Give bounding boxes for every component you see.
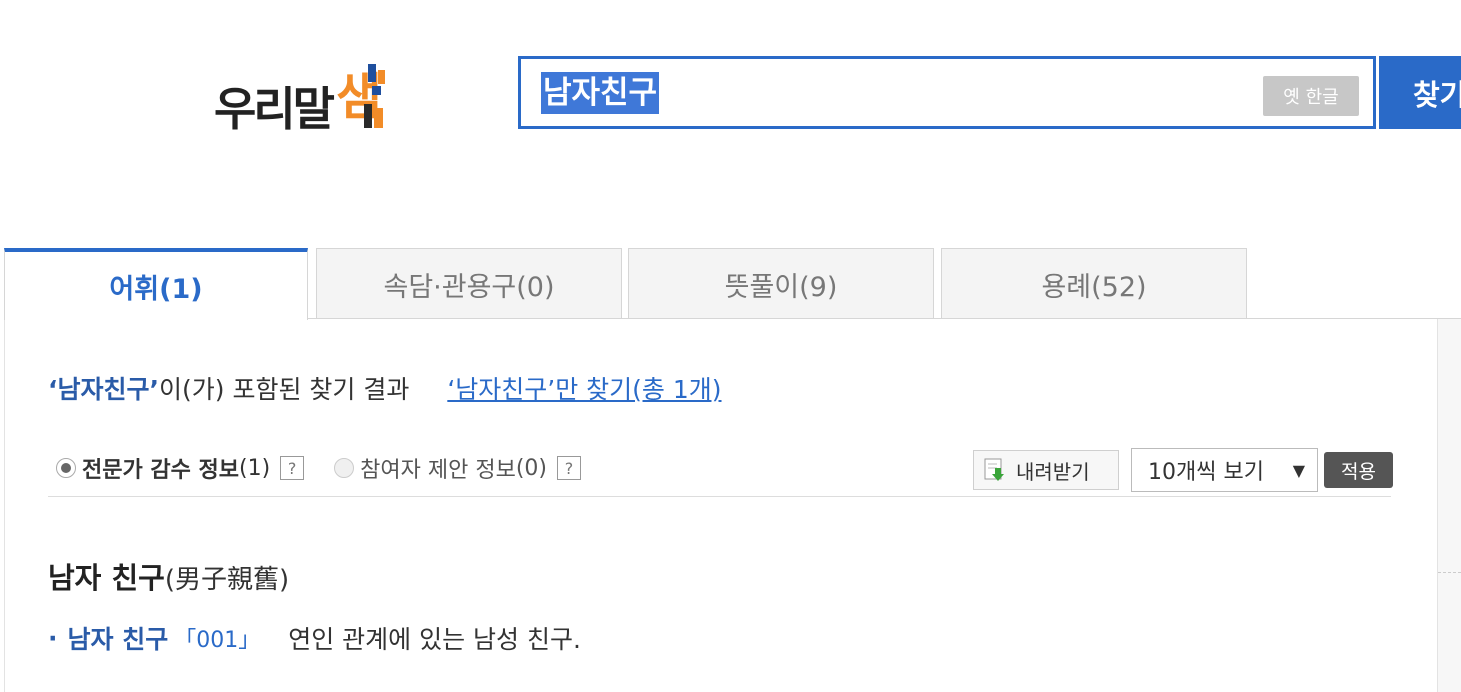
participant-info-radio[interactable]: [334, 458, 355, 478]
sense-definition: 연인 관계에 있는 남성 친구.: [288, 625, 581, 654]
result-summary: ‘남자친구’이(가) 포함된 찾기 결과 ‘남자친구’만 찾기(총 1개): [48, 370, 722, 406]
expert-info-label[interactable]: 전문가 감수 정보: [82, 452, 239, 484]
headword[interactable]: 남자 친구: [48, 561, 165, 595]
participant-info-label[interactable]: 참여자 제안 정보: [360, 452, 516, 484]
old-hangul-button[interactable]: 옛 한글: [1263, 76, 1359, 116]
tab-vocabulary[interactable]: 어휘(1): [4, 248, 308, 320]
chevron-down-icon: ▼: [1292, 461, 1305, 480]
filter-row: 전문가 감수 정보 (1) ? 참여자 제안 정보 (0) ? 내려받기 10개씩 …: [48, 448, 1393, 497]
panel-border: [4, 319, 5, 692]
side-panel: [1438, 319, 1461, 692]
page-size-select[interactable]: 10개씩 보기 ▼: [1131, 448, 1318, 492]
help-icon[interactable]: ?: [557, 456, 582, 480]
participant-info-count: (0): [515, 455, 548, 481]
tabs-divider: [308, 318, 1461, 319]
search-button[interactable]: 찾기: [1379, 56, 1461, 129]
expert-info-radio[interactable]: [56, 458, 76, 478]
logo-text: 우리말: [214, 82, 335, 136]
tab-definitions[interactable]: 뜻풀이(9): [628, 248, 934, 319]
divider: [1438, 572, 1461, 574]
list-item: · 남자 친구 「001」 연인 관계에 있는 남성 친구.: [48, 620, 581, 656]
exact-search-link[interactable]: ‘남자친구’만 찾기(총 1개): [447, 375, 721, 404]
logo[interactable]: 우리말 샘: [214, 60, 392, 132]
download-icon: [984, 458, 1004, 481]
download-button[interactable]: 내려받기: [973, 450, 1119, 490]
expert-info-count: (1): [239, 455, 271, 481]
info-source-options: 전문가 감수 정보 (1) ? 참여자 제안 정보 (0) ?: [56, 452, 611, 484]
summary-text: 이(가) 포함된 찾기 결과: [159, 375, 410, 404]
entry-headword: 남자 친구(男子親舊): [48, 555, 289, 597]
download-label: 내려받기: [1016, 459, 1090, 484]
search-box[interactable]: 남자친구 옛 한글: [518, 56, 1376, 129]
apply-button[interactable]: 적용: [1324, 452, 1393, 488]
headword-hanja: (男子親舊): [164, 565, 290, 595]
panel-border: [1437, 319, 1438, 692]
sense-word[interactable]: 남자 친구: [68, 620, 169, 656]
help-icon[interactable]: ?: [280, 456, 305, 480]
page-size-value: 10개씩 보기: [1148, 460, 1264, 485]
summary-keyword: ‘남자친구’: [48, 375, 159, 404]
sense-number: 「001」: [174, 628, 261, 653]
tab-proverbs[interactable]: 속담·관용구(0): [316, 248, 622, 319]
bullet-icon: ·: [48, 623, 58, 653]
search-input[interactable]: 남자친구: [541, 72, 660, 114]
tab-examples[interactable]: 용례(52): [941, 248, 1247, 319]
logo-mark-icon: 샘: [336, 64, 385, 128]
